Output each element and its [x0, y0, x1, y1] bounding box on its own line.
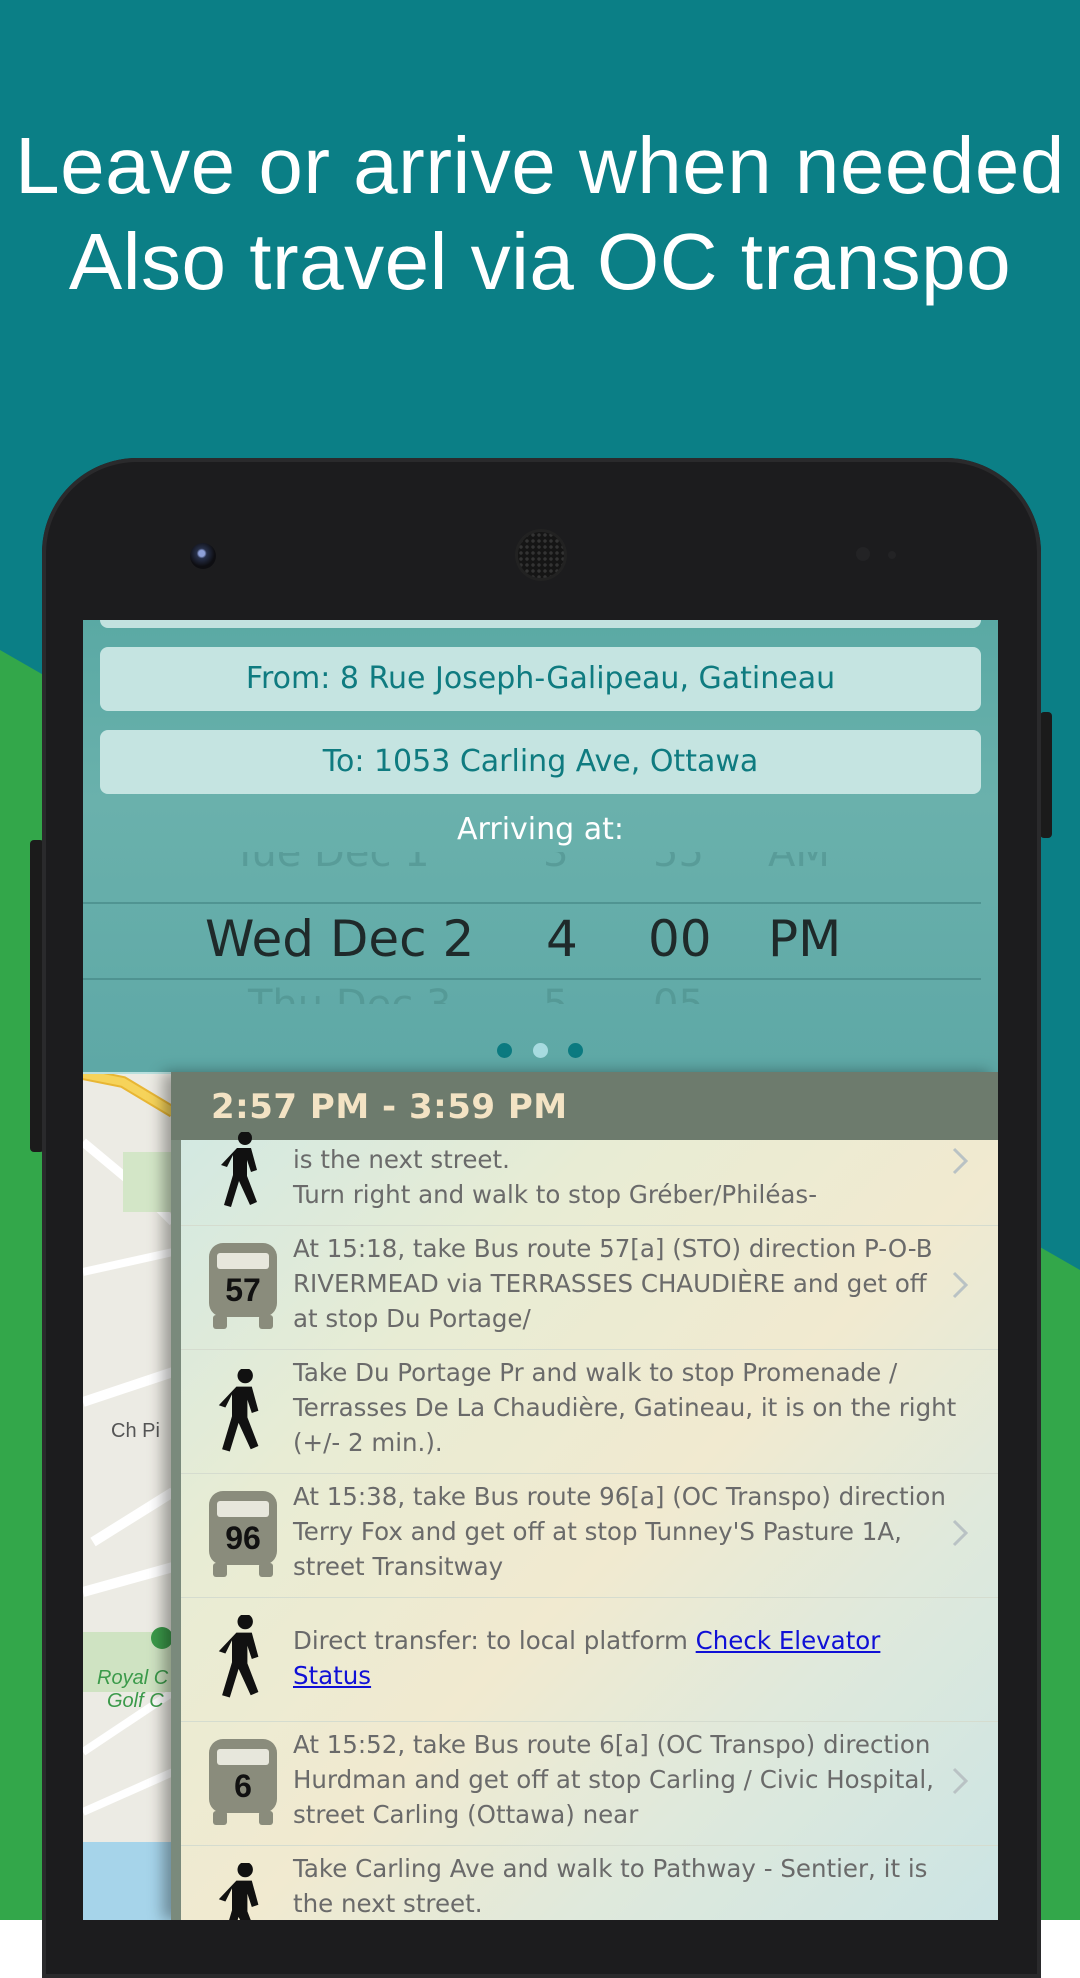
map-street-label: Ch Pi [111, 1420, 160, 1442]
step-text: At 15:38, take Bus route 96[a] (OC Trans… [293, 1482, 946, 1581]
itinerary-step-walk[interactable]: Take Du Portage Pr and walk to stop Prom… [181, 1349, 998, 1474]
to-field[interactable]: To: 1053 Carling Ave, Ottawa [100, 730, 981, 794]
sensor-icon [856, 547, 870, 561]
walk-icon [218, 1615, 259, 1698]
trip-settings-panel: From: 8 Rue Joseph-Galipeau, Gatineau To… [83, 620, 998, 1074]
picker-selected-minute[interactable]: 00 [648, 910, 712, 968]
picker-prev-date: Tue Dec 1 [233, 852, 430, 872]
page-dot-active[interactable] [533, 1043, 548, 1058]
picker-next-hour: 5 [543, 982, 568, 1004]
bus-icon: 57 [209, 1243, 277, 1329]
picker-divider [83, 902, 981, 904]
bus-route-number: 96 [225, 1520, 261, 1556]
itinerary-time-range[interactable]: 2:57 PM - 3:59 PM [171, 1072, 998, 1140]
picker-selected-ampm[interactable]: PM [768, 910, 841, 968]
picker-next-minute: 05 [653, 982, 704, 1004]
transfer-text: Direct transfer: to local platform [293, 1626, 696, 1655]
earpiece-speaker-icon [518, 532, 564, 578]
top-field-edge [100, 620, 981, 628]
itinerary-panel[interactable]: 2:57 PM - 3:59 PM is the next street. Tu… [171, 1072, 998, 1920]
itinerary-step-bus[interactable]: 96 At 15:38, take Bus route 96[a] (OC Tr… [181, 1473, 998, 1598]
bus-icon: 6 [209, 1739, 277, 1825]
picker-selected-hour[interactable]: 4 [546, 910, 578, 968]
step-text: Take Du Portage Pr and walk to stop Prom… [293, 1358, 957, 1457]
step-text: At 15:18, take Bus route 57[a] (STO) dir… [293, 1234, 933, 1333]
headline: Leave or arrive when needed Also travel … [0, 118, 1080, 310]
step-text: Take Carling Ave and walk to Pathway - S… [293, 1854, 928, 1918]
app-screen: Ch Pi Royal C Golf C From: 8 Rue Joseph-… [83, 620, 998, 1920]
front-camera-icon [190, 543, 216, 569]
bus-route-number: 6 [234, 1768, 252, 1804]
chevron-right-icon[interactable] [950, 1766, 970, 1796]
picker-next-date: Thu Dec 3 [248, 982, 451, 1004]
step-text: At 15:52, take Bus route 6[a] (OC Transp… [293, 1730, 934, 1829]
itinerary-step-walk[interactable]: is the next street. Turn right and walk … [181, 1132, 998, 1226]
date-picker-prev-row[interactable]: Tue Dec 1 3 55 AM [83, 852, 998, 872]
itinerary-step-walk[interactable]: Take Carling Ave and walk to Pathway - S… [181, 1845, 998, 1920]
picker-prev-hour: 3 [543, 852, 568, 872]
headline-line-1: Leave or arrive when needed [15, 121, 1065, 210]
itinerary-step-bus[interactable]: 57 At 15:18, take Bus route 57[a] (STO) … [181, 1225, 998, 1350]
bus-route-number: 57 [225, 1272, 261, 1308]
walk-icon [221, 1132, 257, 1207]
itinerary-step-bus[interactable]: 6 At 15:52, take Bus route 6[a] (OC Tran… [181, 1721, 998, 1846]
step-text: Direct transfer: to local platform Check… [293, 1623, 958, 1693]
chevron-right-icon[interactable] [950, 1518, 970, 1548]
page-dot[interactable] [497, 1043, 512, 1058]
picker-divider [83, 978, 981, 980]
date-time-picker-selected[interactable]: Wed Dec 2 4 00 PM [83, 910, 998, 970]
itinerary-step-transfer[interactable]: Direct transfer: to local platform Check… [181, 1597, 998, 1722]
date-picker-next-row[interactable]: Thu Dec 3 5 05 [83, 982, 998, 1004]
walk-icon [218, 1369, 259, 1452]
from-field[interactable]: From: 8 Rue Joseph-Galipeau, Gatineau [100, 647, 981, 711]
map-golf-label-2: Golf C [107, 1690, 164, 1712]
chevron-right-icon[interactable] [950, 1270, 970, 1300]
chevron-right-icon[interactable] [950, 1146, 970, 1176]
picker-prev-ampm: AM [768, 852, 830, 872]
map-golf-label-1: Royal C [97, 1667, 169, 1689]
step-text: is the next street. Turn right and walk … [293, 1145, 818, 1209]
arriving-label[interactable]: Arriving at: [83, 812, 998, 847]
power-button [1040, 712, 1052, 838]
picker-prev-minute: 55 [653, 852, 704, 872]
itinerary-edge [171, 1140, 181, 1920]
sensor-icon [888, 551, 896, 559]
headline-line-2: Also travel via OC transpo [68, 217, 1012, 306]
page-dot[interactable] [568, 1043, 583, 1058]
walk-icon [218, 1863, 259, 1920]
picker-selected-date[interactable]: Wed Dec 2 [205, 910, 474, 968]
bus-icon: 96 [209, 1491, 277, 1577]
golf-pin-icon [151, 1627, 173, 1649]
page-indicator[interactable] [83, 1043, 998, 1058]
